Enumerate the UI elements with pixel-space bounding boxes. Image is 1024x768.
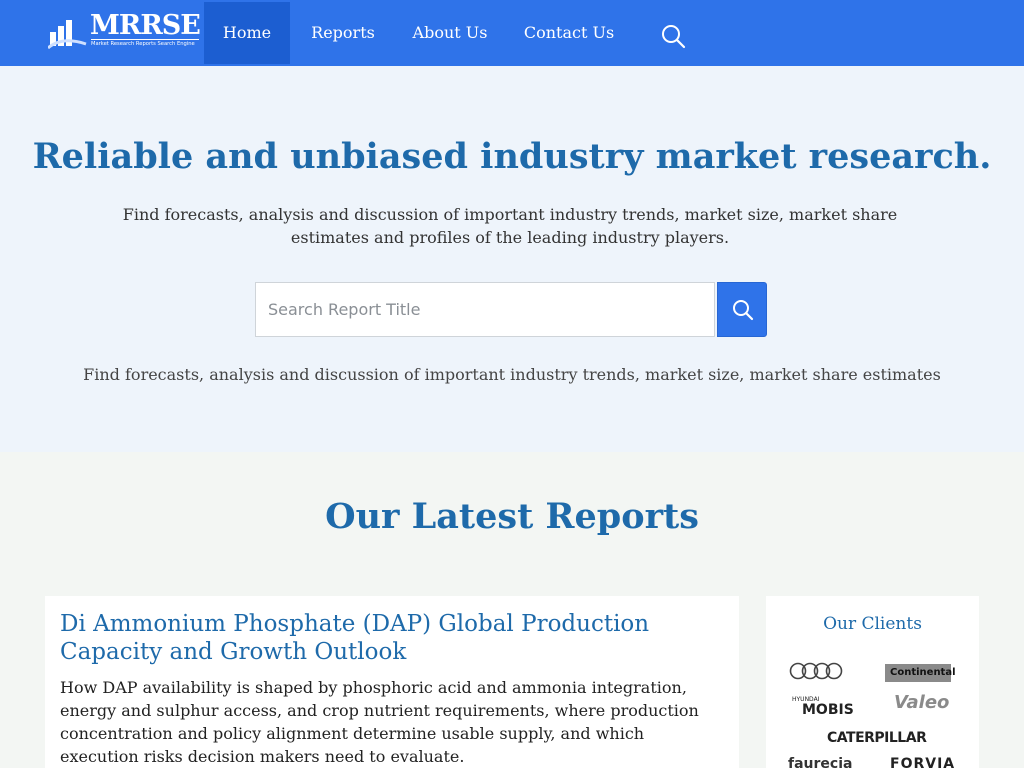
- nav-about-us[interactable]: About Us: [405, 2, 495, 64]
- logo-wordmark: MRRSE: [90, 10, 201, 41]
- report-search-button[interactable]: [717, 282, 767, 337]
- hero-secondary-text: Find forecasts, analysis and discussion …: [83, 365, 941, 384]
- search-icon[interactable]: [660, 23, 686, 49]
- hero-section: Reliable and unbiased industry market re…: [0, 66, 1024, 452]
- clients-panel: Our Clients Continental HYUNDAI MOBIS Va…: [766, 596, 979, 768]
- caterpillar-logo: CATERPILLAR: [827, 730, 927, 746]
- clients-heading: Our Clients: [823, 614, 922, 634]
- hero-subtitle: Find forecasts, analysis and discussion …: [122, 205, 898, 247]
- logo-tagline: Market Research Reports Search Engine: [91, 41, 195, 47]
- valeo-logo: Valeo: [894, 692, 950, 713]
- nav-reports[interactable]: Reports: [300, 2, 386, 64]
- hero-title: Reliable and unbiased industry market re…: [32, 136, 992, 177]
- bar-chart-logo-icon: [48, 20, 87, 50]
- search-icon: [733, 300, 754, 321]
- report-description: How DAP availability is shaped by phosph…: [60, 678, 699, 766]
- nav-contact-us[interactable]: Contact Us: [520, 2, 618, 64]
- report-search-input[interactable]: [255, 282, 715, 337]
- hyundai-mobis-logo: HYUNDAI MOBIS: [792, 696, 854, 718]
- mrrse-logo[interactable]: MRRSE Market Research Reports Search Eng…: [48, 10, 201, 54]
- audi-logo: [789, 662, 843, 680]
- report-card: Di Ammonium Phosphate (DAP) Global Produ…: [45, 596, 739, 768]
- continental-logo: Continental: [885, 664, 956, 682]
- latest-reports-heading: Our Latest Reports: [325, 496, 699, 537]
- nav-home[interactable]: Home: [204, 2, 290, 64]
- report-title-link[interactable]: Di Ammonium Phosphate (DAP) Global Produ…: [60, 610, 720, 666]
- forvia-logo: FORVIA: [890, 756, 956, 768]
- top-navbar: MRRSE Market Research Reports Search Eng…: [0, 0, 1024, 66]
- logo-divider: [91, 39, 199, 40]
- faurecia-logo: faurecia: [788, 756, 853, 768]
